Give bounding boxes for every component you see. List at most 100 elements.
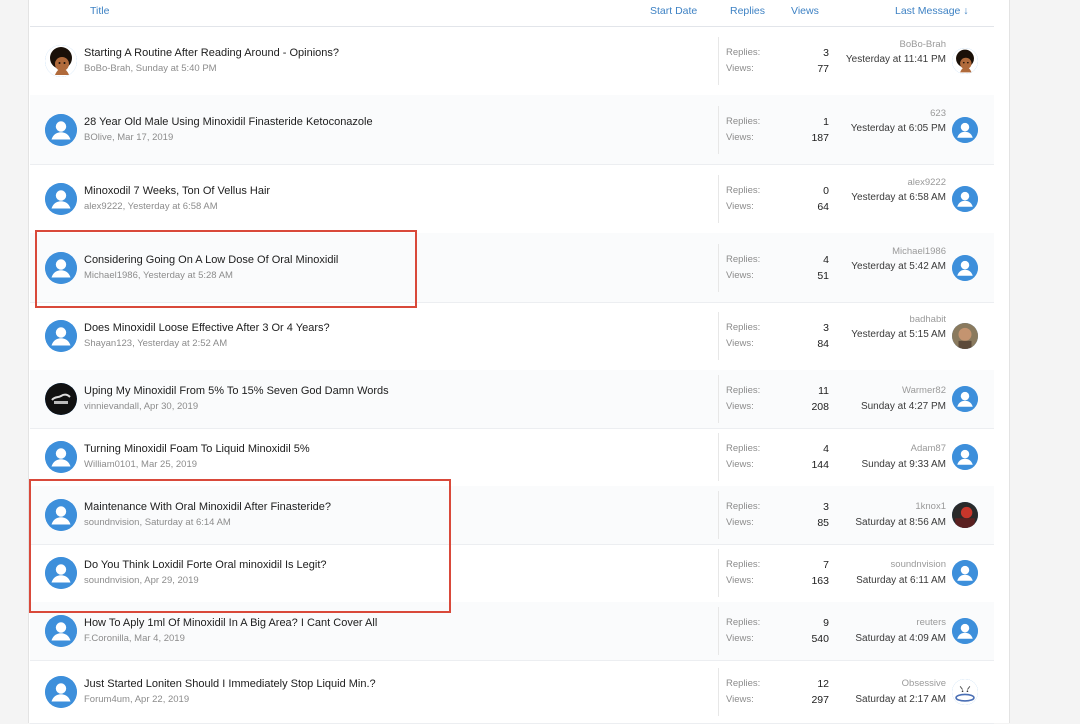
thread-meta: alex9222, Yesterday at 6:58 AM xyxy=(84,200,218,212)
thread-author-link[interactable]: BOlive xyxy=(84,132,112,143)
author-avatar[interactable] xyxy=(45,675,77,708)
author-avatar[interactable] xyxy=(45,615,77,647)
replies-count: 12 xyxy=(817,677,829,690)
thread-row[interactable]: 28 Year Old Male Using Minoxidil Finaste… xyxy=(30,95,994,165)
last-message-date-link[interactable]: Sunday at 9:33 AM xyxy=(816,458,946,471)
thread-author-link[interactable]: soundnvision xyxy=(84,575,139,586)
thread-row[interactable]: Do You Think Loxidil Forte Oral minoxidi… xyxy=(30,544,994,603)
last-message-date-link[interactable]: Yesterday at 5:15 AM xyxy=(816,328,946,341)
last-message-date-link[interactable]: Saturday at 6:11 AM xyxy=(816,574,946,587)
thread-title-link[interactable]: 28 Year Old Male Using Minoxidil Finaste… xyxy=(84,116,373,128)
thread-meta: soundnvision, Apr 29, 2019 xyxy=(84,575,199,586)
last-message-user-link[interactable]: Warmer82 xyxy=(902,385,946,396)
author-avatar[interactable] xyxy=(45,113,77,146)
last-poster-avatar[interactable] xyxy=(952,386,978,412)
thread-title-link[interactable]: Minoxodil 7 Weeks, Ton Of Vellus Hair xyxy=(84,185,270,197)
replies-count: 3 xyxy=(823,501,829,513)
thread-author-link[interactable]: alex9222 xyxy=(84,201,123,212)
author-avatar[interactable] xyxy=(45,182,77,215)
thread-author-link[interactable]: soundnvision xyxy=(84,517,139,528)
sort-by-last-message[interactable]: Last Message ↓ xyxy=(895,5,969,17)
thread-meta: Forum4um, Apr 22, 2019 xyxy=(84,693,190,705)
last-message-user-link[interactable]: 1knox1 xyxy=(915,501,946,512)
thread-start-date: Yesterday at 2:52 AM xyxy=(137,338,228,349)
author-avatar[interactable] xyxy=(45,441,77,473)
thread-author-link[interactable]: Forum4um xyxy=(84,694,130,705)
replies-label: Replies: xyxy=(726,115,761,127)
thread-row[interactable]: Considering Going On A Low Dose Of Oral … xyxy=(30,233,994,303)
thread-author-link[interactable]: Shayan123 xyxy=(84,338,132,349)
author-avatar[interactable] xyxy=(45,320,77,352)
author-avatar[interactable] xyxy=(45,499,77,531)
sort-by-start-date[interactable]: Start Date xyxy=(650,5,697,17)
thread-title-link[interactable]: Starting A Routine After Reading Around … xyxy=(84,47,339,59)
last-poster-avatar[interactable] xyxy=(952,678,978,705)
last-message-user-link[interactable]: 623 xyxy=(930,108,946,119)
last-message-user-link[interactable]: soundnvision xyxy=(891,559,946,570)
thread-title-link[interactable]: Uping My Minoxidil From 5% To 15% Seven … xyxy=(84,385,389,397)
last-poster-avatar[interactable] xyxy=(952,618,978,644)
sort-by-views[interactable]: Views xyxy=(791,5,819,17)
last-poster-avatar[interactable] xyxy=(952,254,978,281)
thread-title-link[interactable]: Just Started Loniten Should I Immediatel… xyxy=(84,678,376,690)
last-poster-avatar[interactable] xyxy=(952,185,978,212)
last-message-date-link[interactable]: Yesterday at 5:42 AM xyxy=(816,260,946,273)
thread-author-link[interactable]: F.Coronilla xyxy=(84,633,129,644)
views-label: Views: xyxy=(726,459,754,470)
author-avatar[interactable] xyxy=(45,383,77,415)
last-message-date-link[interactable]: Yesterday at 11:41 PM xyxy=(816,53,946,66)
thread-title-link[interactable]: Do You Think Loxidil Forte Oral minoxidi… xyxy=(84,559,327,571)
last-message-user-link[interactable]: Obsessive xyxy=(902,678,946,689)
last-message-user-link[interactable]: Michael1986 xyxy=(892,246,946,257)
thread-row[interactable]: Just Started Loniten Should I Immediatel… xyxy=(30,660,994,724)
thread-title-link[interactable]: Does Minoxidil Loose Effective After 3 O… xyxy=(84,322,330,334)
thread-author-link[interactable]: vinnievandall xyxy=(84,401,139,412)
last-message-date-link[interactable]: Sunday at 4:27 PM xyxy=(816,400,946,413)
last-message-date-link[interactable]: Yesterday at 6:58 AM xyxy=(816,191,946,204)
last-message-date-link[interactable]: Saturday at 2:17 AM xyxy=(816,693,946,706)
thread-row[interactable]: Minoxodil 7 Weeks, Ton Of Vellus Hair al… xyxy=(30,164,994,234)
thread-title-link[interactable]: Considering Going On A Low Dose Of Oral … xyxy=(84,254,338,266)
last-poster-avatar[interactable] xyxy=(952,116,978,143)
thread-start-date: Apr 22, 2019 xyxy=(134,693,190,705)
thread-author-link[interactable]: BoBo-Brah xyxy=(84,63,130,74)
thread-start-date: Mar 4, 2019 xyxy=(134,633,185,644)
thread-row[interactable]: Turning Minoxidil Foam To Liquid Minoxid… xyxy=(30,428,994,487)
last-message-date-link[interactable]: Yesterday at 6:05 PM xyxy=(816,122,946,135)
thread-title-link[interactable]: Turning Minoxidil Foam To Liquid Minoxid… xyxy=(84,443,310,455)
last-poster-avatar[interactable] xyxy=(952,444,978,470)
thread-row[interactable]: Maintenance With Oral Minoxidil After Fi… xyxy=(30,486,994,545)
last-message-date-link[interactable]: Saturday at 8:56 AM xyxy=(816,516,946,529)
last-message-date-link[interactable]: Saturday at 4:09 AM xyxy=(816,632,946,645)
thread-row[interactable]: Does Minoxidil Loose Effective After 3 O… xyxy=(30,302,994,371)
replies-label: Replies: xyxy=(726,443,761,454)
last-message-user-link[interactable]: reuters xyxy=(916,617,946,628)
last-poster-avatar[interactable] xyxy=(952,502,978,528)
thread-title-link[interactable]: How To Aply 1ml Of Minoxidil In A Big Ar… xyxy=(84,617,377,629)
thread-stats: Replies: 7 Views: 163 xyxy=(718,549,829,597)
thread-row[interactable]: How To Aply 1ml Of Minoxidil In A Big Ar… xyxy=(30,602,994,661)
last-poster-avatar[interactable] xyxy=(952,323,978,349)
replies-count: 9 xyxy=(823,617,829,629)
thread-stats: Replies: 1 Views: 187 xyxy=(718,105,829,154)
thread-author-link[interactable]: Michael1986 xyxy=(84,270,138,281)
last-message-user-link[interactable]: alex9222 xyxy=(907,177,946,188)
thread-author-link[interactable]: William0101 xyxy=(84,459,136,470)
thread-row[interactable]: Uping My Minoxidil From 5% To 15% Seven … xyxy=(30,370,994,429)
author-avatar[interactable] xyxy=(45,251,77,284)
last-message-user-link[interactable]: Adam87 xyxy=(911,443,946,454)
sort-by-replies[interactable]: Replies xyxy=(730,5,765,17)
thread-stats: Replies: 12 Views: 297 xyxy=(718,667,829,716)
author-avatar[interactable] xyxy=(45,45,77,77)
last-message-user-link[interactable]: badhabit xyxy=(910,314,946,325)
last-poster-avatar[interactable] xyxy=(952,48,978,74)
thread-title-link[interactable]: Maintenance With Oral Minoxidil After Fi… xyxy=(84,501,331,513)
thread-row[interactable]: Starting A Routine After Reading Around … xyxy=(30,27,994,96)
last-message-user-link[interactable]: BoBo-Brah xyxy=(900,39,946,50)
thread-stats: Replies: 3 Views: 77 xyxy=(718,37,829,85)
author-avatar[interactable] xyxy=(45,557,77,589)
thread-stats: Replies: 3 Views: 84 xyxy=(718,312,829,360)
last-poster-avatar[interactable] xyxy=(952,560,978,586)
sort-by-title[interactable]: Title xyxy=(90,5,109,17)
replies-count: 7 xyxy=(823,559,829,571)
